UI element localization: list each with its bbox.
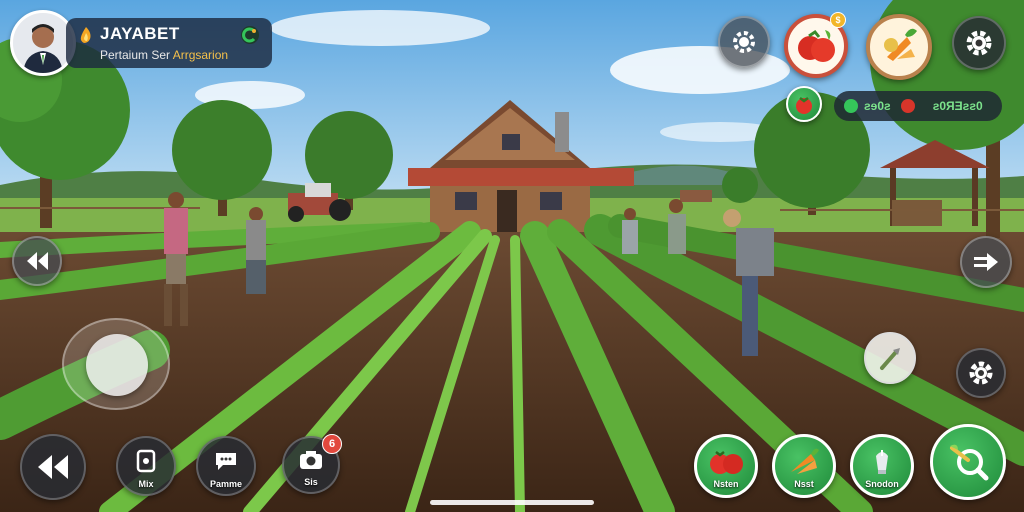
player-profile[interactable]: JAYABET Pertaium Ser Arrgsarion: [10, 10, 272, 76]
camera-button[interactable]: Sis 6: [282, 434, 342, 494]
inspect-button[interactable]: [930, 424, 1006, 500]
chat-button-label: Pamme: [209, 479, 243, 489]
harvest-tomato-button[interactable]: Nsten: [694, 434, 758, 498]
water-crops-label: Snodon: [865, 479, 899, 489]
movement-joystick[interactable]: [62, 318, 170, 410]
tomato-icon: [798, 29, 835, 62]
rewind-icon: [38, 455, 68, 479]
profile-panel: JAYABET Pertaium Ser Arrgsarion: [66, 18, 272, 68]
double-arrow-left-icon: [27, 252, 48, 270]
vegetables-icon: [884, 28, 917, 61]
plant-carrot-label: Nsst: [794, 479, 814, 489]
avatar-portrait-icon: [13, 13, 73, 73]
resource-value-b: ƨ0ЯƎƨƨ0: [932, 99, 983, 113]
rewind-button[interactable]: [20, 434, 86, 500]
harvest-tomato-label: Nsten: [713, 479, 739, 489]
gear-badge-icon: [733, 31, 755, 53]
settings-button[interactable]: [952, 16, 1006, 70]
chat-button[interactable]: Pamme: [196, 436, 256, 496]
vegetables-button[interactable]: [866, 14, 932, 80]
previous-area-button[interactable]: [12, 236, 62, 286]
gear-badge-button[interactable]: [718, 16, 770, 68]
subtitle-prefix: Pertaium Ser: [100, 48, 173, 62]
plant-carrot-button[interactable]: Nsst: [772, 434, 836, 498]
hoe-tool-button[interactable]: [864, 332, 916, 384]
chat-icon: [216, 453, 236, 470]
water-crops-button[interactable]: Snodon: [850, 434, 914, 498]
phone-button[interactable]: Mix: [116, 436, 176, 496]
tomato-small-button[interactable]: [786, 86, 822, 122]
camera-notification-badge: 6: [322, 434, 342, 454]
resource-value-a: ƨɘ0ƨ: [864, 99, 891, 113]
subtitle-accent: Arrgsarion: [172, 48, 229, 62]
c-badge-icon[interactable]: [240, 25, 260, 45]
tomato-icon: [900, 99, 915, 113]
gear-icon: [966, 30, 992, 56]
next-area-button[interactable]: [960, 236, 1012, 288]
tomato-basket-button[interactable]: $: [784, 12, 848, 78]
phone-button-label: Mix: [138, 479, 154, 489]
search-leaf-icon: [950, 444, 989, 481]
watering-icon: [876, 450, 888, 474]
flame-icon: [80, 27, 91, 43]
carrot-icon: [791, 448, 819, 474]
home-indicator[interactable]: [430, 500, 594, 505]
tomato-icon: [710, 451, 743, 474]
arrow-right-icon: [974, 253, 998, 271]
tomato-icon: [796, 97, 812, 114]
joystick-knob[interactable]: [86, 334, 148, 396]
coin-badge: $: [830, 12, 846, 28]
camera-icon: [300, 451, 322, 469]
resource-stats: ƨɘ0ƨ ƨ0ЯƎƨƨ0: [834, 91, 1002, 121]
green-leaf-icon: [844, 99, 858, 113]
hoe-icon: [880, 348, 900, 370]
camera-button-label: Sis: [304, 477, 318, 487]
tool-settings-button[interactable]: [956, 348, 1006, 398]
player-subtitle: Pertaium Ser Arrgsarion: [100, 48, 262, 62]
player-name: JAYABET: [100, 24, 180, 43]
phone-icon: [136, 449, 156, 473]
gear-icon: [969, 361, 993, 385]
